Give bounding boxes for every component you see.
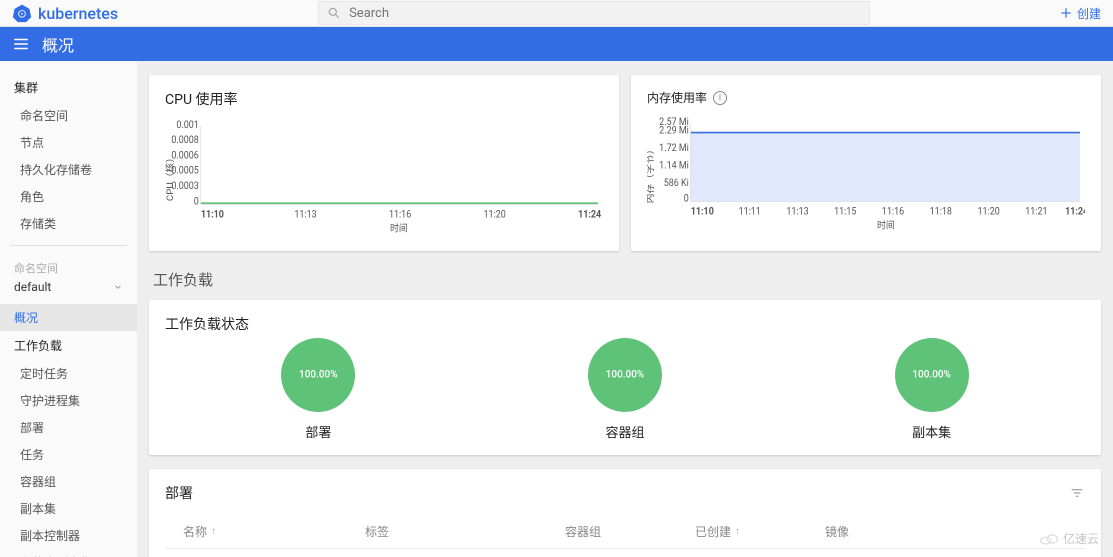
nav-item-rc[interactable]: 副本控制器: [0, 522, 137, 549]
svg-text:0.0003: 0.0003: [171, 181, 198, 192]
svg-text:11:18: 11:18: [930, 206, 952, 217]
nav-ns-label: 命名空间: [0, 254, 137, 276]
svg-text:0.0008: 0.0008: [171, 135, 198, 146]
nav-item-pv[interactable]: 持久化存储卷: [0, 156, 137, 183]
svg-text:内存（字节）: 内存（字节）: [647, 145, 656, 204]
nav-item-deployment[interactable]: 部署: [0, 414, 137, 441]
search-box[interactable]: [318, 1, 870, 25]
mem-card: 内存使用率 i 内存（字节） 2.57 Mi 2.29 Mi 1.72 Mi 1…: [631, 75, 1101, 251]
svg-text:11:15: 11:15: [834, 206, 856, 217]
svg-text:0: 0: [684, 193, 689, 204]
nav-item-storageclass[interactable]: 存储类: [0, 210, 137, 237]
namespace-value: default: [14, 280, 51, 294]
deploy-table-card: 部署 名称↑ 标签 容器组 已创建↑ 镜像 nginx-deploy run: …: [149, 469, 1101, 557]
topbar: kubernetes 创建: [0, 0, 1113, 27]
svg-text:1.72 Mi: 1.72 Mi: [659, 143, 689, 154]
svg-text:2.29 Mi: 2.29 Mi: [659, 125, 689, 136]
nav-item-replicaset[interactable]: 副本集: [0, 495, 137, 522]
nav-header-cluster[interactable]: 集群: [0, 73, 137, 102]
cpu-card: CPU 使用率 CPU（核） 0.001 0.0008 0.0006 0.000…: [149, 75, 619, 251]
nav-item-node[interactable]: 节点: [0, 129, 137, 156]
svg-text:11:10: 11:10: [691, 206, 714, 217]
titlebar: 概况: [0, 27, 1113, 61]
svg-text:1.14 Mi: 1.14 Mi: [659, 160, 689, 171]
chevron-down-icon: [113, 282, 123, 292]
cpu-chart: CPU（核） 0.001 0.0008 0.0006 0.0005 0.0003…: [165, 117, 603, 237]
plus-icon: [1059, 6, 1073, 20]
svg-text:11:13: 11:13: [294, 209, 316, 220]
kubernetes-icon: [12, 3, 32, 23]
mem-title: 内存使用率 i: [647, 89, 1085, 106]
nav-item-overview[interactable]: 概况: [0, 304, 137, 331]
table-row: nginx-deploy run: nginx-deploy 1 / 1 13 …: [165, 549, 1085, 557]
svg-text:0.0006: 0.0006: [171, 150, 198, 161]
status-card: 工作负载状态 100.00% 部署 100.00% 容器组 100.00% 副本…: [149, 300, 1101, 455]
svg-text:时间: 时间: [390, 222, 408, 235]
info-icon[interactable]: i: [713, 91, 727, 105]
svg-text:11:16: 11:16: [389, 209, 411, 220]
deploy-title: 部署: [165, 483, 193, 503]
svg-text:11:21: 11:21: [1025, 206, 1047, 217]
nav-item-cronjob[interactable]: 定时任务: [0, 360, 137, 387]
search-input[interactable]: [349, 6, 861, 21]
logo[interactable]: kubernetes: [12, 3, 118, 23]
nav-item-statefulset[interactable]: 有状态副本集: [0, 549, 137, 557]
namespace-selector[interactable]: default: [0, 276, 137, 304]
svg-text:0.001: 0.001: [176, 120, 198, 131]
svg-text:0.0005: 0.0005: [171, 165, 198, 176]
col-label[interactable]: 标签: [365, 523, 565, 540]
nav-item-daemonset[interactable]: 守护进程集: [0, 387, 137, 414]
section-workload: 工作负载: [153, 269, 1097, 290]
watermark: 亿速云: [1039, 530, 1099, 547]
cpu-title: CPU 使用率: [165, 89, 603, 109]
col-created[interactable]: 已创建↑: [695, 523, 825, 540]
create-label: 创建: [1077, 5, 1101, 22]
deploy-header-row: 名称↑ 标签 容器组 已创建↑ 镜像: [165, 515, 1085, 549]
svg-text:时间: 时间: [877, 219, 895, 232]
brand-text: kubernetes: [38, 4, 118, 23]
svg-text:11:13: 11:13: [786, 206, 808, 217]
svg-text:0: 0: [194, 196, 199, 207]
menu-icon[interactable]: [12, 35, 30, 53]
svg-text:11:11: 11:11: [739, 206, 761, 217]
create-button[interactable]: 创建: [1059, 5, 1101, 22]
donut-deploy: 100.00% 部署: [281, 338, 355, 441]
svg-text:11:20: 11:20: [484, 209, 506, 220]
svg-text:11:24: 11:24: [1065, 206, 1085, 217]
content: CPU 使用率 CPU（核） 0.001 0.0008 0.0006 0.000…: [137, 61, 1113, 557]
sidebar: 集群 命名空间 节点 持久化存储卷 角色 存储类 命名空间 default 概况…: [0, 61, 137, 557]
donut-pod: 100.00% 容器组: [588, 338, 662, 441]
svg-text:11:20: 11:20: [977, 206, 999, 217]
nav-item-pod[interactable]: 容器组: [0, 468, 137, 495]
svg-text:11:10: 11:10: [201, 209, 224, 220]
svg-text:11:16: 11:16: [882, 206, 904, 217]
nav-header-workload[interactable]: 工作负载: [0, 331, 137, 360]
page-title: 概况: [42, 32, 74, 56]
nav-item-namespace[interactable]: 命名空间: [0, 102, 137, 129]
nav-item-job[interactable]: 任务: [0, 441, 137, 468]
col-image[interactable]: 镜像: [825, 523, 1055, 540]
svg-text:586 Ki: 586 Ki: [664, 178, 689, 189]
filter-icon[interactable]: [1069, 485, 1085, 501]
svg-text:11:24: 11:24: [578, 209, 602, 220]
mem-chart: 内存（字节） 2.57 Mi 2.29 Mi 1.72 Mi 1.14 Mi 5…: [647, 114, 1085, 234]
donut-replicaset: 100.00% 副本集: [895, 338, 969, 441]
col-name[interactable]: 名称↑: [165, 523, 365, 540]
col-pod[interactable]: 容器组: [565, 523, 695, 540]
search-icon: [327, 6, 341, 20]
status-title: 工作负载状态: [165, 314, 1085, 334]
nav-item-role[interactable]: 角色: [0, 183, 137, 210]
